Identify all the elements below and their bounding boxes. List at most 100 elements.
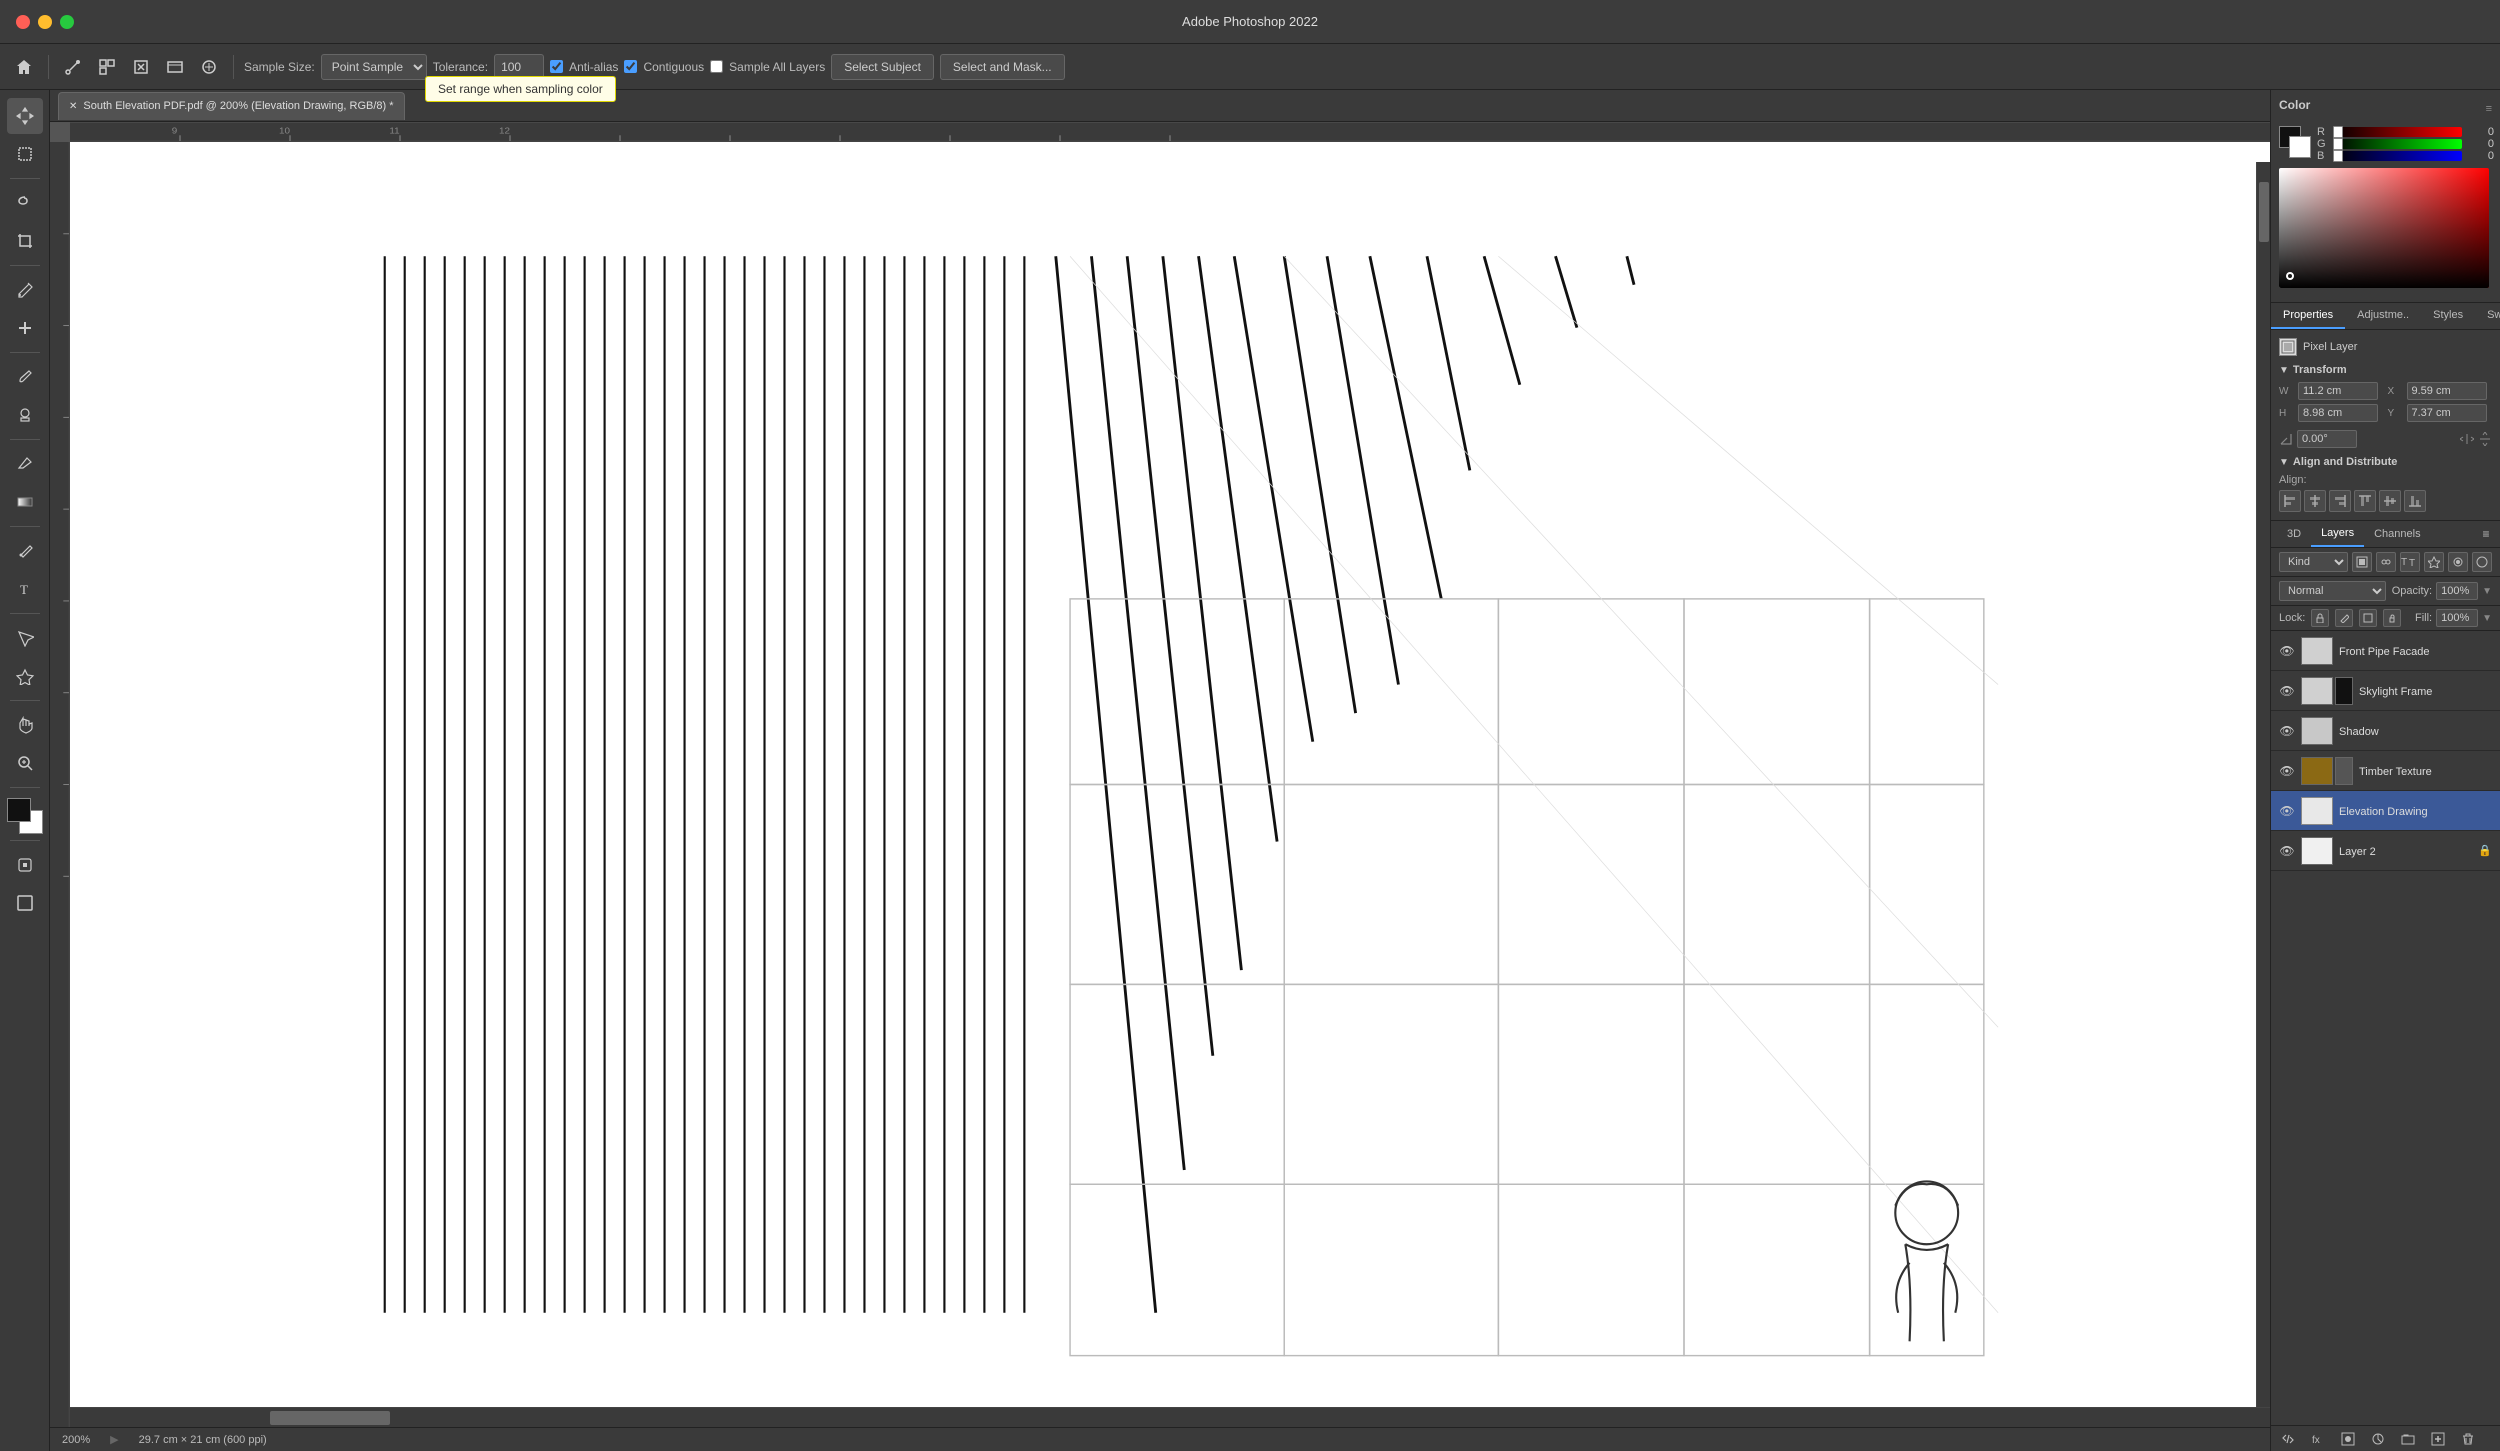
vscroll-thumb[interactable] <box>2259 182 2269 242</box>
stamp-tool[interactable] <box>7 397 43 433</box>
document-tab[interactable]: ✕ South Elevation PDF.pdf @ 200% (Elevat… <box>58 92 405 120</box>
layers-panel-expand-icon[interactable]: ≡ <box>2478 526 2494 542</box>
lock-pixel-btn[interactable] <box>2311 609 2329 627</box>
sample-all-layers-checkbox[interactable] <box>710 60 723 73</box>
layer-vis-shadow[interactable]: 👁 <box>2279 723 2295 739</box>
filter-shape-btn[interactable] <box>2424 552 2444 572</box>
channels-tab[interactable]: Channels <box>2364 522 2430 546</box>
filter-pixel-btn[interactable] <box>2352 552 2372 572</box>
zoom-tool[interactable] <box>7 745 43 781</box>
selection-tool[interactable] <box>7 136 43 172</box>
red-slider[interactable] <box>2333 127 2462 137</box>
sample-size-select[interactable]: Point Sample <box>321 54 427 80</box>
home-icon[interactable] <box>10 53 38 81</box>
y-input[interactable] <box>2407 404 2487 422</box>
transform-section-toggle[interactable]: ▼ Transform <box>2279 364 2492 376</box>
opacity-input[interactable] <box>2436 582 2478 600</box>
canvas-content[interactable] <box>70 142 2270 1427</box>
vertical-scrollbar[interactable] <box>2256 162 2270 1407</box>
bg-color-swatch[interactable] <box>2289 136 2311 158</box>
color-spectrum[interactable] <box>2279 168 2489 288</box>
align-section-toggle[interactable]: ▼ Align and Distribute <box>2279 456 2492 468</box>
crop-tool[interactable] <box>7 223 43 259</box>
layer-item-layer2[interactable]: 👁 Layer 2 🔒 <box>2271 831 2500 871</box>
height-input[interactable] <box>2298 404 2378 422</box>
screen-mode-tool[interactable] <box>7 885 43 921</box>
filter-adjust-btn[interactable] <box>2376 552 2396 572</box>
tool-icon-2[interactable] <box>93 53 121 81</box>
filter-type-btn[interactable]: T T <box>2400 552 2420 572</box>
green-slider[interactable] <box>2333 139 2462 149</box>
align-top-btn[interactable] <box>2354 490 2376 512</box>
select-subject-button[interactable]: Select Subject <box>831 54 934 80</box>
layer-vis-front-pipe[interactable]: 👁 <box>2279 643 2295 659</box>
add-link-icon[interactable] <box>2279 1430 2297 1448</box>
x-input[interactable] <box>2407 382 2487 400</box>
delete-layer-icon[interactable] <box>2459 1430 2477 1448</box>
tool-icon-5[interactable] <box>195 53 223 81</box>
brush-tool[interactable] <box>7 359 43 395</box>
select-and-mask-button[interactable]: Select and Mask... <box>940 54 1065 80</box>
layer-item-front-pipe[interactable]: 👁 Front Pipe Facade <box>2271 631 2500 671</box>
fill-dropdown-icon[interactable]: ▼ <box>2482 613 2492 624</box>
shape-tool[interactable] <box>7 658 43 694</box>
canvas-wrapper[interactable]: 9 10 11 12 <box>50 122 2270 1427</box>
layer-filter-toggle[interactable] <box>2472 552 2492 572</box>
add-layer-icon[interactable] <box>2429 1430 2447 1448</box>
contiguous-checkbox[interactable] <box>624 60 637 73</box>
align-center-v-btn[interactable] <box>2379 490 2401 512</box>
text-tool[interactable]: T <box>7 571 43 607</box>
layer-item-elevation[interactable]: 👁 Elevation Drawing <box>2271 791 2500 831</box>
align-bottom-btn[interactable] <box>2404 490 2426 512</box>
tool-icon-3[interactable] <box>127 53 155 81</box>
anti-alias-checkbox[interactable] <box>550 60 563 73</box>
layer-item-skylight[interactable]: 👁 Skylight Frame <box>2271 671 2500 711</box>
layers-tab[interactable]: Layers <box>2311 521 2364 547</box>
layer-item-shadow[interactable]: 👁 Shadow <box>2271 711 2500 751</box>
fx-icon[interactable]: fx <box>2309 1430 2327 1448</box>
filter-smart-btn[interactable] <box>2448 552 2468 572</box>
tab-swatches[interactable]: Swatches <box>2475 303 2500 329</box>
horizontal-scrollbar[interactable] <box>70 1407 2270 1427</box>
tool-icon-4[interactable] <box>161 53 189 81</box>
color-panel-menu[interactable]: ≡ <box>2486 103 2492 115</box>
flip-v-icon[interactable] <box>2478 432 2492 446</box>
filter-kind-select[interactable]: Kind <box>2279 552 2348 572</box>
eraser-tool[interactable] <box>7 446 43 482</box>
gradient-tool[interactable] <box>7 484 43 520</box>
layer-vis-elevation[interactable]: 👁 <box>2279 803 2295 819</box>
tab-properties[interactable]: Properties <box>2271 303 2345 329</box>
layer-item-timber[interactable]: 👁 Timber Texture <box>2271 751 2500 791</box>
lock-artboard-btn[interactable] <box>2359 609 2377 627</box>
adjustment-icon[interactable] <box>2369 1430 2387 1448</box>
flip-h-icon[interactable] <box>2460 432 2474 446</box>
hscroll-thumb[interactable] <box>270 1411 390 1425</box>
layers-3d-tab[interactable]: 3D <box>2277 522 2311 546</box>
foreground-color-swatch[interactable] <box>7 798 31 822</box>
align-right-btn[interactable] <box>2329 490 2351 512</box>
move-tool[interactable] <box>7 98 43 134</box>
pen-tool[interactable] <box>7 533 43 569</box>
tab-close-icon[interactable]: ✕ <box>69 101 77 112</box>
minimize-button[interactable] <box>38 15 52 29</box>
healing-tool[interactable] <box>7 310 43 346</box>
lock-all-btn[interactable] <box>2383 609 2401 627</box>
quick-mask-tool[interactable] <box>7 847 43 883</box>
eyedropper-tool[interactable] <box>7 272 43 308</box>
lock-paint-btn[interactable] <box>2335 609 2353 627</box>
group-icon[interactable] <box>2399 1430 2417 1448</box>
opacity-dropdown-icon[interactable]: ▼ <box>2482 586 2492 597</box>
mask-icon[interactable] <box>2339 1430 2357 1448</box>
wand-tool-icon[interactable] <box>59 53 87 81</box>
tab-adjustments[interactable]: Adjustme.. <box>2345 303 2421 329</box>
maximize-button[interactable] <box>60 15 74 29</box>
path-select-tool[interactable] <box>7 620 43 656</box>
layer-vis-skylight[interactable]: 👁 <box>2279 683 2295 699</box>
angle-input[interactable] <box>2297 430 2357 448</box>
layer-vis-layer2[interactable]: 👁 <box>2279 843 2295 859</box>
hand-tool[interactable] <box>7 707 43 743</box>
canvas-image[interactable] <box>70 142 2270 1427</box>
align-left-btn[interactable] <box>2279 490 2301 512</box>
blend-mode-select[interactable]: Normal <box>2279 581 2386 601</box>
tab-styles[interactable]: Styles <box>2421 303 2475 329</box>
